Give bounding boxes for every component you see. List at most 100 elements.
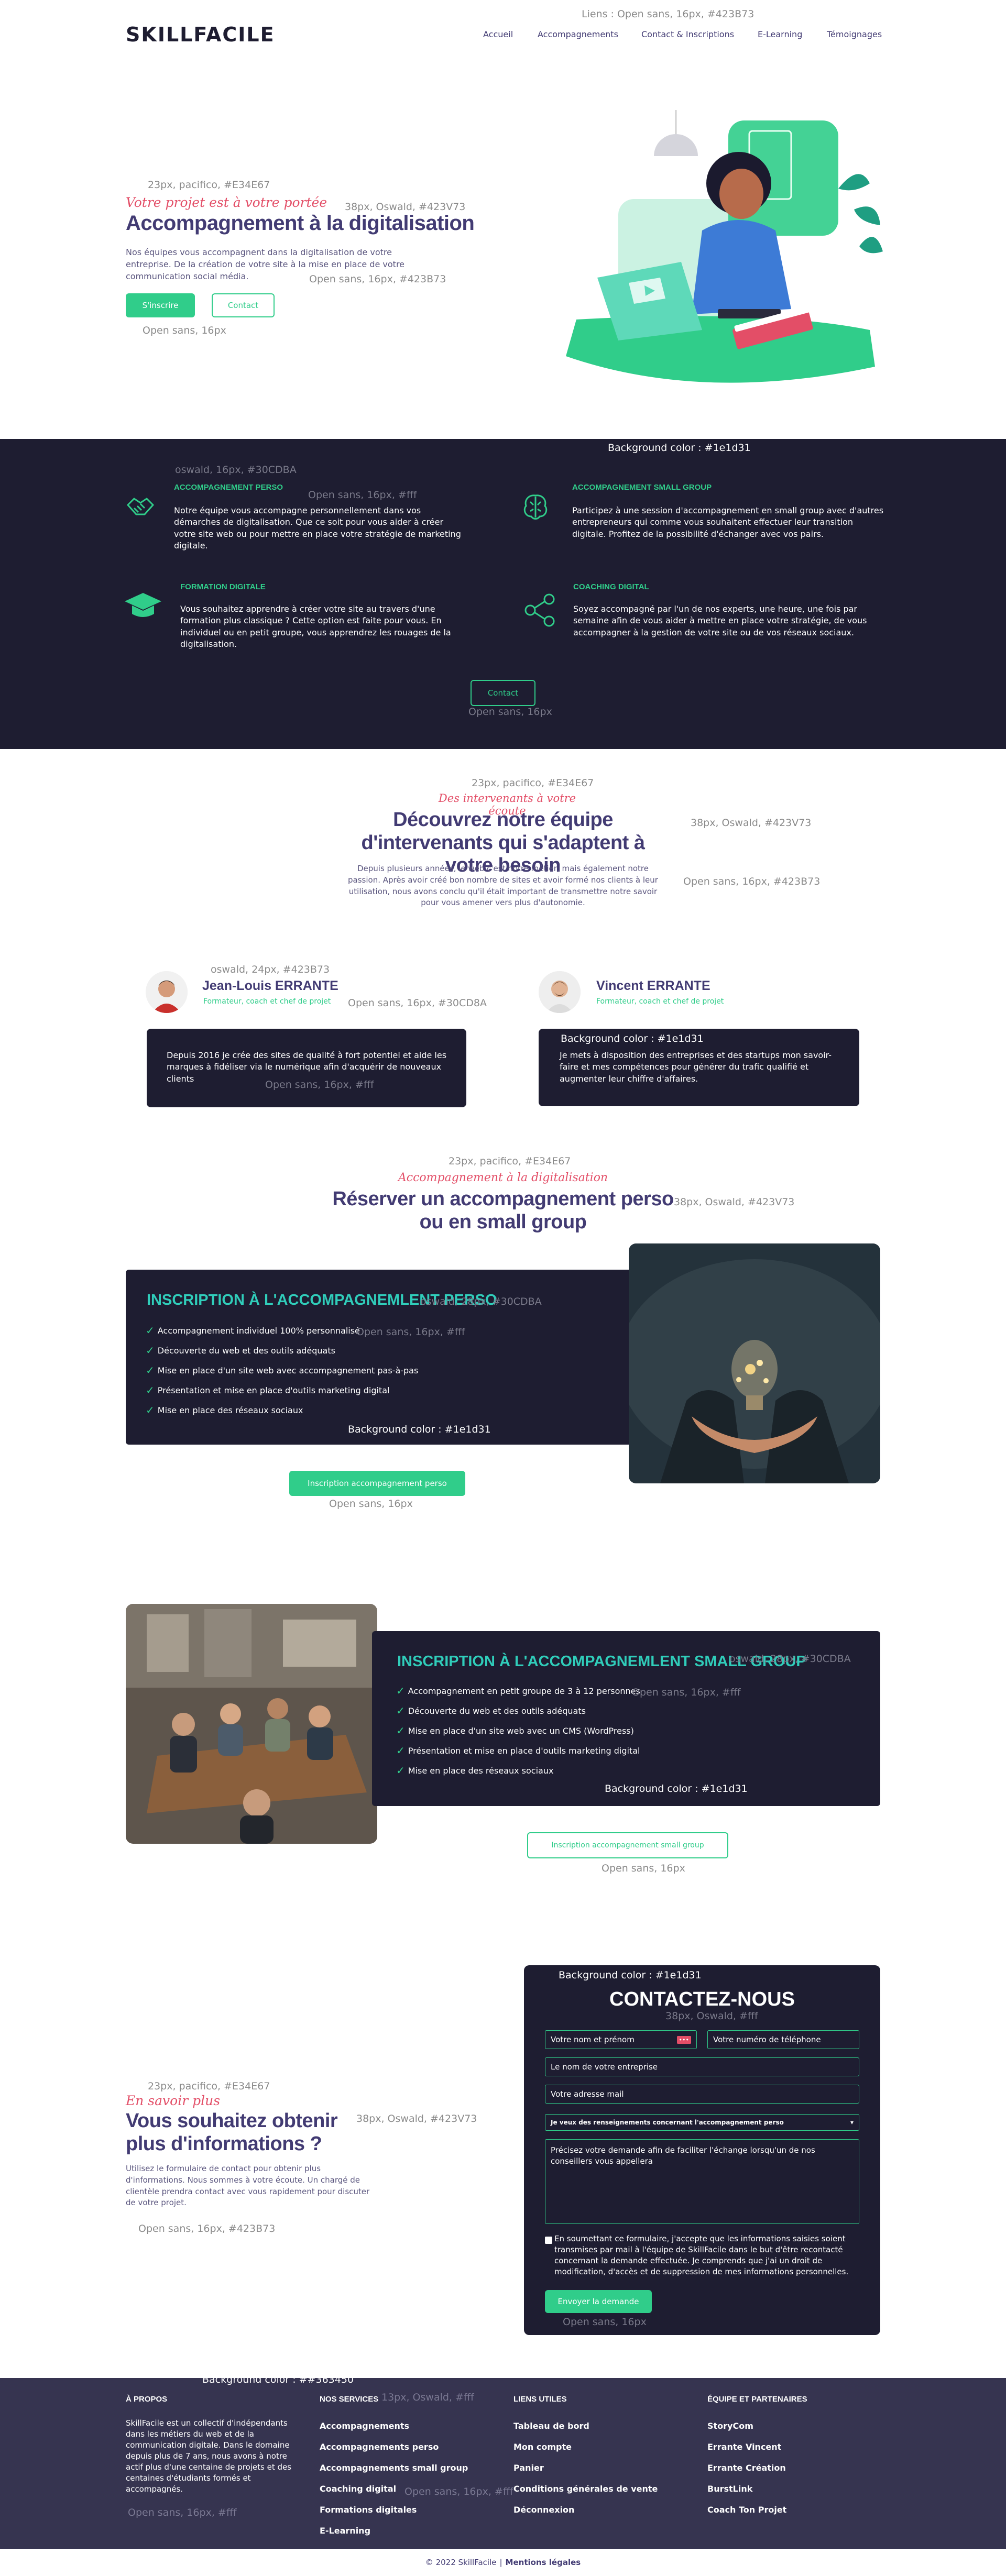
offer-perso-item: ✓ Mise en place des réseaux sociaux: [146, 1404, 303, 1416]
handshake-icon: [124, 490, 157, 524]
member-bio-vincent: Je mets à disposition des entreprises et…: [560, 1050, 832, 1084]
footer-link-storycom[interactable]: StoryCom: [707, 2421, 753, 2431]
legal-link[interactable]: Mentions légales: [506, 2558, 581, 2567]
service-title-group: Accompagnement small group: [572, 483, 712, 492]
footer-about-text: SkillFacile est un collectif d'indépenda…: [126, 2418, 292, 2494]
footer-link-cart[interactable]: Panier: [513, 2463, 544, 2473]
offer-perso-item-label: Présentation et mise en place d'outils m…: [157, 1385, 390, 1395]
check-icon: ✓: [146, 1324, 155, 1337]
avatar-jean-louis: [146, 971, 188, 1013]
offer-group-item-label: Mise en place d'un site web avec un CMS …: [408, 1725, 634, 1736]
name-field[interactable]: Votre nom et prénom •••: [545, 2030, 697, 2049]
footer-link-logout[interactable]: Déconnexion: [513, 2505, 574, 2515]
request-type-select[interactable]: Je veux des renseignements concernant l'…: [545, 2114, 859, 2131]
submit-annotation: Open sans, 16px: [563, 2316, 647, 2328]
hero-title-annotation: 38px, Oswald, #423V73: [345, 201, 466, 213]
check-icon: ✓: [396, 1704, 405, 1717]
member-name-annotation: oswald, 24px, #423B73: [211, 964, 330, 975]
form-title-annotation: 38px, Oswald, #fff: [665, 2010, 758, 2022]
offer-perso-item: ✓ Mise en place d'un site web avec accomp…: [146, 1364, 418, 1377]
footer-link-burstlink[interactable]: BurstLink: [707, 2484, 752, 2494]
footer-link-accompagnements-perso[interactable]: Accompagnements perso: [320, 2442, 439, 2452]
offer-group-item: ✓ Mise en place d'un site web avec un CMS…: [396, 1724, 634, 1737]
hero-title: Accompagnement à la digitalisation: [126, 212, 475, 235]
offer-perso-button[interactable]: Inscription accompagnement perso: [289, 1471, 465, 1496]
hero-button-annotation: Open sans, 16px: [143, 325, 226, 336]
site-logo[interactable]: SKILLFACILE: [126, 23, 275, 46]
offer-group-items-annotation: Open sans, 16px, #fff: [632, 1687, 741, 1698]
member-bg-annotation: Background color : #1e1d31: [561, 1033, 704, 1044]
service-text-formation: Vous souhaitez apprendre à créer votre s…: [180, 604, 451, 649]
company-field-value: Le nom de votre entreprise: [551, 2062, 658, 2072]
service-title-formation: Formation digitale: [180, 582, 266, 591]
hero-contact-button[interactable]: Contact: [212, 293, 275, 317]
form-bg-annotation: Background color : #1e1d31: [559, 1969, 702, 1981]
member-role-jean-louis: Formateur, coach et chef de projet: [203, 997, 331, 1006]
nav-link-accompagnements[interactable]: Accompagnements: [538, 29, 618, 39]
phone-field[interactable]: Votre numéro de téléphone: [707, 2030, 859, 2049]
team-title-annotation: 38px, Oswald, #423V73: [691, 817, 812, 829]
nav-link-temoignages[interactable]: Témoignages: [827, 29, 882, 39]
footer-link-formations[interactable]: Formations digitales: [320, 2505, 417, 2515]
offer-group-item-label: Présentation et mise en place d'outils m…: [408, 1745, 640, 1756]
check-icon: ✓: [146, 1404, 155, 1416]
message-textarea[interactable]: Précisez votre demande afin de faciliter…: [545, 2139, 859, 2224]
member-role-annotation: Open sans, 16px, #30CD8A: [348, 997, 487, 1009]
company-field[interactable]: Le nom de votre entreprise: [545, 2057, 859, 2076]
service-text-perso: Notre équipe vous accompagne personnelle…: [174, 505, 461, 551]
contact-script-annotation: 23px, pacifico, #E34E67: [148, 2080, 270, 2092]
autofill-icon[interactable]: •••: [676, 2035, 691, 2044]
message-value: Précisez votre demande afin de faciliter…: [551, 2145, 815, 2166]
submit-button[interactable]: Envoyer la demande: [545, 2290, 652, 2313]
copyright-text: © 2022 SkillFacile: [425, 2558, 497, 2567]
services-contact-button[interactable]: Contact: [471, 680, 535, 706]
footer-link-dashboard[interactable]: Tableau de bord: [513, 2421, 589, 2431]
offer-perso-items-annotation: Open sans, 16px, #fff: [356, 1326, 465, 1338]
footer-link-errante-creation[interactable]: Errante Création: [707, 2463, 786, 2473]
footer-links-title: LIENS UTILES: [513, 2395, 567, 2404]
signup-button[interactable]: S'inscrire: [126, 293, 195, 317]
hero-text-annotation: Open sans, 16px, #423B73: [309, 273, 446, 285]
offer-perso-item-label: Mise en place des réseaux sociaux: [157, 1405, 303, 1415]
offer-group-title-annotation: oswald, 28px, #30CDBA: [729, 1653, 851, 1665]
logo-text: SKILLFACILE: [126, 23, 275, 46]
consent-text: En soumettant ce formulaire, j'accepte q…: [554, 2234, 849, 2276]
member-name-vincent: Vincent ERRANTE: [596, 978, 710, 993]
copyright-bar: © 2022 SkillFacile | Mentions légales: [0, 2549, 1006, 2576]
booking-script: Accompagnement à la digitalisation: [398, 1171, 608, 1184]
offer-perso-item: ✓ Accompagnement individuel 100% personna…: [146, 1324, 360, 1337]
check-icon: ✓: [396, 1744, 405, 1757]
footer-about-title: À PROPOS: [126, 2395, 168, 2404]
service-title-perso: Accompagnement perso: [174, 483, 283, 492]
offer-perso-button-annotation: Open sans, 16px: [329, 1498, 413, 1510]
footer-link-accompagnements[interactable]: Accompagnements: [320, 2421, 409, 2431]
consent-checkbox[interactable]: [545, 2237, 552, 2244]
team-text-annotation: Open sans, 16px, #423B73: [683, 876, 821, 887]
footer-link-coach-ton-projet[interactable]: Coach Ton Projet: [707, 2505, 786, 2515]
graduation-cap-icon: [124, 589, 162, 622]
footer-bg-annotation: Background color : ##363450: [202, 2374, 354, 2385]
check-icon: ✓: [396, 1685, 405, 1697]
share-icon: [522, 592, 559, 629]
nav-link-contact[interactable]: Contact & Inscriptions: [641, 29, 734, 39]
footer-link-coaching[interactable]: Coaching digital: [320, 2484, 396, 2494]
footer-link-accompagnements-group[interactable]: Accompagnements small group: [320, 2463, 468, 2473]
avatar-vincent: [539, 971, 581, 1013]
offer-perso-item-label: Accompagnement individuel 100% personnal…: [157, 1325, 360, 1336]
team-text: Depuis plusieurs années, le web c'est no…: [348, 864, 658, 908]
brain-icon: [519, 490, 552, 524]
offer-group-button[interactable]: Inscription accompagnement small group: [527, 1832, 728, 1858]
services-title-annotation: oswald, 16px, #30CDBA: [175, 464, 297, 476]
offer-perso-item: ✓ Découverte du web et des outils adéquat…: [146, 1344, 335, 1357]
offer-perso-item-label: Découverte du web et des outils adéquats: [157, 1345, 335, 1356]
footer-link-errante-vincent[interactable]: Errante Vincent: [707, 2442, 781, 2452]
nav-link-elearning[interactable]: E-Learning: [758, 29, 802, 39]
check-icon: ✓: [396, 1724, 405, 1737]
footer-link-account[interactable]: Mon compte: [513, 2442, 572, 2452]
offer-perso-item-label: Mise en place d'un site web avec accompa…: [157, 1365, 419, 1375]
footer-links-annotation: Open sans, 16px, #fff: [404, 2486, 513, 2497]
footer-link-elearning[interactable]: E-Learning: [320, 2526, 370, 2536]
nav-link-accueil[interactable]: Accueil: [483, 29, 513, 39]
footer-link-cgv[interactable]: Conditions générales de vente: [513, 2484, 658, 2494]
email-field[interactable]: Votre adresse mail: [545, 2085, 859, 2104]
